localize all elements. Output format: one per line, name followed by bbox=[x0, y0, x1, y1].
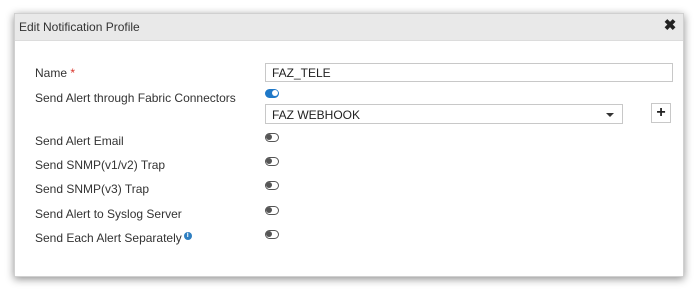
fabric-connectors-label: Send Alert through Fabric Connectors bbox=[35, 91, 236, 105]
snmp-v1v2-label: Send SNMP(v1/v2) Trap bbox=[35, 158, 166, 172]
toggle-knob bbox=[266, 207, 272, 213]
send-separately-label: Send Each Alert Separately i bbox=[35, 231, 192, 245]
required-mark: * bbox=[70, 66, 76, 80]
snmp-v3-toggle[interactable] bbox=[265, 181, 279, 190]
name-label-text: Name bbox=[35, 66, 68, 80]
syslog-label: Send Alert to Syslog Server bbox=[35, 207, 182, 221]
send-separately-toggle[interactable] bbox=[265, 230, 279, 239]
dialog-titlebar: Edit Notification Profile ✖ bbox=[15, 14, 683, 41]
dialog-title: Edit Notification Profile bbox=[19, 20, 140, 34]
fabric-connectors-toggle[interactable] bbox=[265, 89, 279, 98]
snmp-v3-label: Send SNMP(v3) Trap bbox=[35, 182, 150, 196]
toggle-knob bbox=[272, 90, 278, 96]
toggle-knob bbox=[266, 231, 272, 237]
send-separately-label-text: Send Each Alert Separately bbox=[35, 231, 182, 245]
snmp-v1v2-toggle[interactable] bbox=[265, 157, 279, 166]
edit-notification-profile-dialog: Edit Notification Profile ✖ Name * FAZ_T… bbox=[14, 13, 684, 277]
close-icon[interactable]: ✖ bbox=[663, 18, 677, 34]
alert-email-label: Send Alert Email bbox=[35, 134, 124, 148]
toggle-knob bbox=[266, 182, 272, 188]
fabric-connector-selected: FAZ WEBHOOK bbox=[272, 108, 361, 122]
name-input[interactable]: FAZ_TELE bbox=[265, 63, 673, 82]
syslog-toggle[interactable] bbox=[265, 206, 279, 215]
info-icon[interactable]: i bbox=[183, 232, 192, 240]
fabric-connector-select[interactable]: FAZ WEBHOOK bbox=[265, 104, 623, 124]
alert-email-toggle[interactable] bbox=[265, 133, 279, 142]
add-connector-button[interactable]: + bbox=[651, 103, 671, 123]
name-label: Name * bbox=[35, 66, 75, 80]
toggle-knob bbox=[266, 134, 272, 140]
toggle-knob bbox=[266, 158, 272, 164]
chevron-down-icon bbox=[606, 113, 614, 117]
